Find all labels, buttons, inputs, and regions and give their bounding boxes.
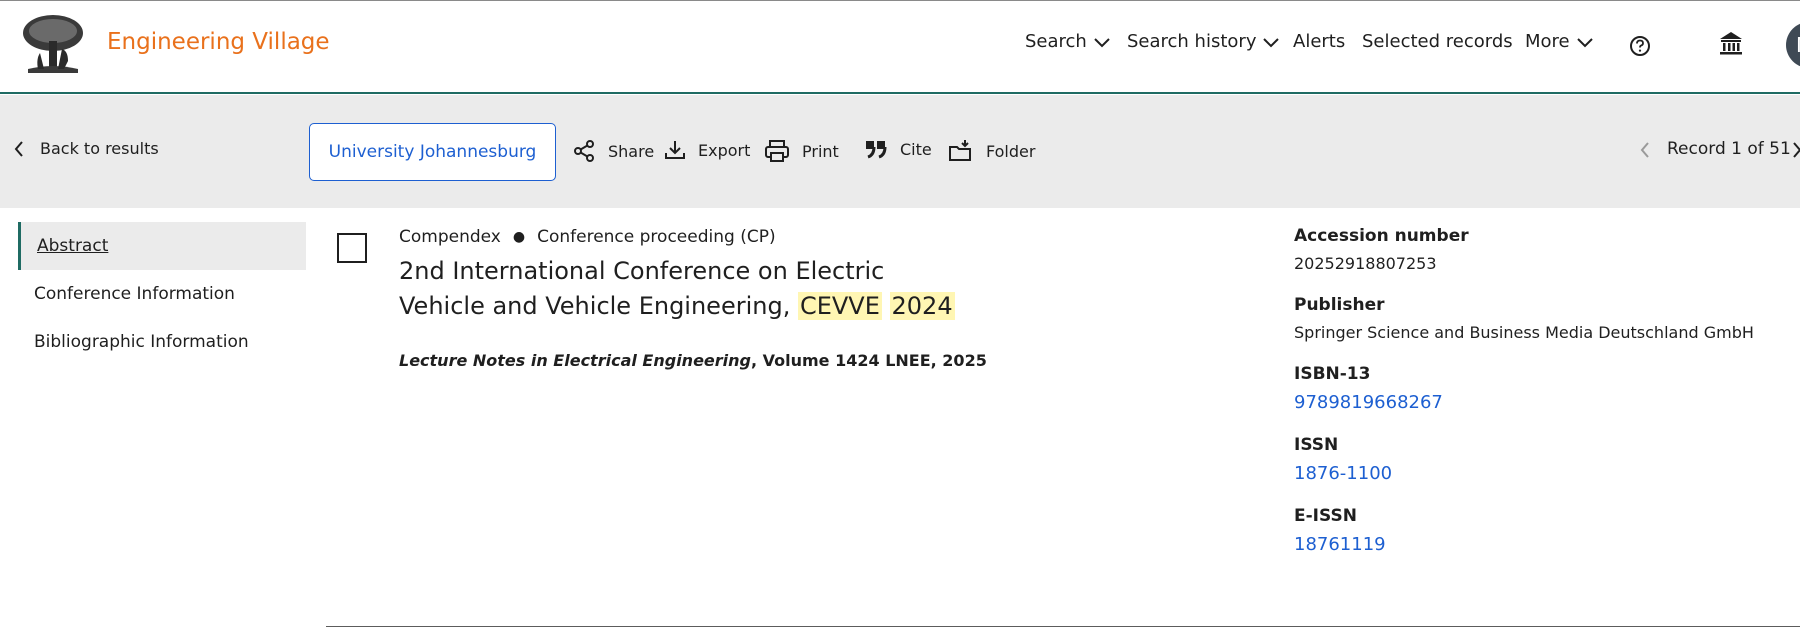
cite-button[interactable]: Cite [864, 139, 932, 159]
section-divider [326, 626, 1800, 627]
eissn-link[interactable]: 18761119 [1294, 534, 1794, 555]
nav-more-label: More [1525, 31, 1570, 52]
back-to-results-link[interactable]: Back to results [14, 139, 159, 158]
sidebar-item-bibliographic-information[interactable]: Bibliographic Information [18, 318, 306, 366]
nav-search-label: Search [1025, 31, 1087, 52]
nav-alerts-label: Alerts [1293, 31, 1346, 52]
institution-button[interactable]: University Johannesburg [309, 123, 556, 181]
help-icon[interactable] [1629, 35, 1651, 57]
nav-search-history[interactable]: Search history [1127, 31, 1280, 52]
printer-icon [765, 140, 789, 162]
isbn-link[interactable]: 9789819668267 [1294, 392, 1794, 413]
record-source: Lecture Notes in Electrical Engineering,… [399, 351, 987, 370]
chevron-down-icon [1263, 37, 1280, 47]
institution-icon[interactable] [1718, 30, 1744, 56]
chevron-left-icon [14, 140, 23, 157]
title-highlight-year: 2024 [889, 292, 955, 320]
nav-selected-records-label: Selected records [1362, 31, 1513, 52]
nav-more[interactable]: More [1525, 31, 1594, 52]
print-button[interactable]: Print [764, 139, 839, 163]
select-record-checkbox[interactable] [337, 233, 367, 263]
separator-dot: ● [512, 229, 526, 245]
nav-selected-records[interactable]: Selected records [1362, 31, 1513, 52]
record-section-nav: Abstract Conference Information Bibliogr… [18, 222, 306, 366]
quote-icon [866, 141, 887, 159]
next-record-icon[interactable] [1792, 141, 1800, 159]
record-details: Accession number 20252918807253 Publishe… [1294, 226, 1794, 577]
issn-label: ISSN [1294, 435, 1339, 455]
cite-label: Cite [900, 139, 932, 159]
nav-search-history-label: Search history [1127, 31, 1257, 52]
print-label: Print [802, 141, 839, 161]
brand-title[interactable]: Engineering Village [107, 29, 330, 55]
top-header: Engineering Village Search Search histor… [0, 0, 1800, 94]
sidebar-item-conference-information[interactable]: Conference Information [18, 270, 306, 318]
chevron-down-icon [1094, 37, 1110, 47]
record-meta: Compendex ● Conference proceeding (CP) [399, 227, 776, 247]
isbn-label: ISBN-13 [1294, 364, 1371, 384]
record-title: 2nd International Conference on Electric… [399, 254, 959, 324]
record-toolbar: Back to results University Johannesburg … [0, 95, 1800, 208]
export-button[interactable]: Export [664, 139, 750, 161]
share-label: Share [608, 141, 655, 161]
folder-add-icon [949, 140, 971, 161]
source-volume: , Volume 1424 LNEE, 2025 [750, 351, 987, 370]
publisher-label: Publisher [1294, 295, 1385, 315]
document-type: Conference proceeding (CP) [537, 227, 776, 247]
source-series: Lecture Notes in Electrical Engineering [399, 351, 751, 370]
share-icon [574, 140, 594, 162]
database-name: Compendex [399, 227, 501, 247]
previous-record-icon[interactable] [1640, 141, 1650, 159]
accession-number-value: 20252918807253 [1294, 254, 1437, 273]
share-button[interactable]: Share [572, 139, 654, 163]
avatar[interactable]: N [1786, 22, 1800, 68]
accession-number-label: Accession number [1294, 226, 1469, 246]
title-highlight-cevve: CEVVE [797, 292, 882, 320]
back-to-results-label: Back to results [40, 139, 159, 158]
record-position: Record 1 of 51 [1667, 139, 1791, 159]
chevron-down-icon [1576, 37, 1593, 47]
nav-alerts[interactable]: Alerts [1293, 31, 1345, 52]
eissn-label: E-ISSN [1294, 506, 1357, 526]
issn-link[interactable]: 1876-1100 [1294, 463, 1794, 484]
sidebar-item-abstract[interactable]: Abstract [18, 222, 306, 270]
export-label: Export [698, 140, 751, 160]
download-icon [665, 141, 685, 159]
folder-label: Folder [986, 141, 1036, 161]
nav-search[interactable]: Search [1025, 31, 1111, 52]
publisher-value: Springer Science and Business Media Deut… [1294, 323, 1754, 342]
folder-button[interactable]: Folder [948, 139, 1035, 163]
elsevier-tree-logo[interactable] [18, 13, 88, 77]
